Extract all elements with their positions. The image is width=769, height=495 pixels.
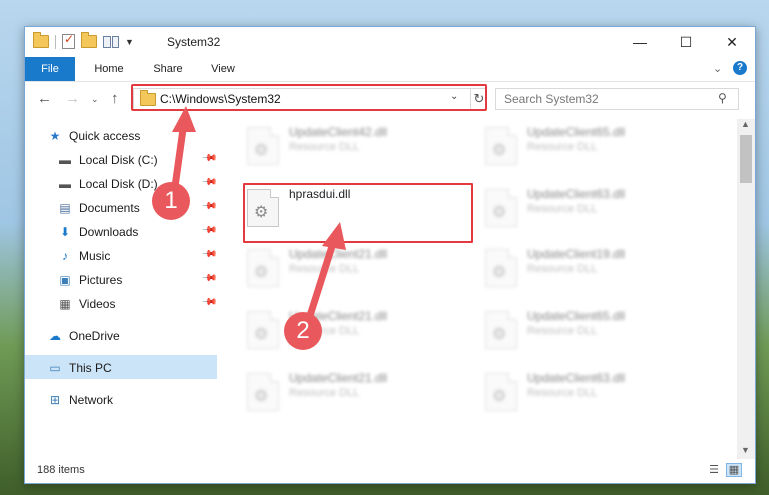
dll-file-icon: ⚙ [247, 373, 279, 411]
dll-file-icon: ⚙ [485, 373, 517, 411]
scroll-down-icon[interactable]: ▼ [741, 445, 750, 455]
sidebar-item-quick-access[interactable]: ★ Quick access [47, 125, 141, 147]
video-icon: ▦ [59, 297, 71, 311]
sidebar-item-this-pc[interactable]: ▭ This PC [47, 357, 111, 379]
pin-icon[interactable]: 📌 [201, 198, 218, 215]
recent-locations-chevron-icon[interactable]: ⌄ [91, 94, 99, 105]
pin-icon[interactable]: 📌 [201, 222, 218, 239]
scrollbar-thumb[interactable] [740, 135, 752, 183]
dll-file-icon: ⚙ [485, 189, 517, 227]
ribbon-tabs: File Home Share View ⌄ ? [25, 57, 755, 82]
item-count: 188 items [37, 464, 85, 476]
list-item[interactable]: ⚙ UpdateClient21.dll Resource DLL [247, 245, 467, 291]
tab-share[interactable]: Share [143, 57, 193, 81]
sidebar-item-onedrive[interactable]: ☁ OneDrive [47, 325, 120, 347]
dll-file-icon: ⚙ [485, 127, 517, 165]
new-folder-icon[interactable] [81, 32, 97, 48]
quick-access-toolbar: ▼ [33, 32, 134, 49]
pin-icon[interactable]: 📌 [201, 246, 218, 263]
list-item[interactable]: ⚙ UpdateClient63.dll Resource DLL [485, 369, 705, 415]
pin-icon[interactable]: 📌 [201, 174, 218, 191]
download-icon: ⬇ [59, 225, 71, 239]
list-item[interactable]: ⚙ UpdateClient21.dll Resource DLL [247, 307, 467, 353]
large-icons-view-icon[interactable]: ▦ [726, 463, 742, 477]
sidebar-item-videos[interactable]: ▦ Videos [57, 293, 115, 315]
search-icon[interactable]: ⚲ [718, 91, 727, 105]
star-icon: ★ [49, 129, 61, 143]
close-button[interactable]: ✕ [709, 27, 755, 57]
sidebar-item-local-disk-c[interactable]: ▬ Local Disk (C:) [57, 149, 158, 171]
cloud-icon: ☁ [49, 329, 61, 343]
properties-check-icon[interactable] [62, 32, 75, 49]
drive-icon: ▬ [59, 177, 71, 191]
navigation-pane: ★ Quick access ▬ Local Disk (C:) 📌 ▬ Local … [25, 119, 218, 459]
computer-icon: ▭ [49, 361, 61, 375]
sidebar-item-network[interactable]: ⊞ Network [47, 389, 113, 411]
list-item[interactable]: ⚙ UpdateClient42.dll Resource DLL [247, 123, 467, 169]
list-item[interactable]: ⚙ UpdateClient19.dll Resource DLL [485, 245, 705, 291]
tab-home[interactable]: Home [83, 57, 135, 81]
status-bar: 188 items ☰ ▦ [25, 459, 755, 483]
pin-icon[interactable]: 📌 [201, 294, 218, 311]
music-icon: ♪ [62, 249, 68, 263]
list-item[interactable]: ⚙ UpdateClient65.dll Resource DLL [485, 307, 705, 353]
folder-icon[interactable] [33, 32, 49, 48]
dll-file-icon: ⚙ [485, 249, 517, 287]
scroll-up-icon[interactable]: ▲ [741, 119, 750, 129]
dll-file-icon: ⚙ [247, 127, 279, 165]
search-input[interactable]: Search System32 [504, 92, 599, 106]
sidebar-item-documents[interactable]: ▤ Documents [57, 197, 139, 219]
navigation-bar: ← → ⌄ ↑ C:\Windows\System32 ⌄ ↻ Search S… [25, 82, 755, 116]
expand-ribbon-chevron-icon[interactable]: ⌄ [713, 62, 722, 75]
pin-icon[interactable]: 📌 [201, 270, 218, 287]
dll-file-icon: ⚙ [485, 311, 517, 349]
pin-icon[interactable]: 📌 [201, 150, 218, 167]
sidebar-item-pictures[interactable]: ▣ Pictures [57, 269, 122, 291]
list-item[interactable]: ⚙ UpdateClient21.dll Resource DLL [247, 369, 467, 415]
sidebar-item-downloads[interactable]: ⬇ Downloads [57, 221, 138, 243]
details-view-icon[interactable]: ☰ [707, 464, 721, 476]
file-highlight-box [243, 183, 473, 243]
search-box[interactable]: Search System32 ⚲ [495, 88, 739, 110]
list-item[interactable]: ⚙ UpdateClient65.dll Resource DLL [485, 123, 705, 169]
view-options-icon[interactable] [103, 35, 119, 48]
customize-toolbar-caret-icon[interactable]: ▼ [125, 37, 134, 47]
back-arrow-icon[interactable]: ← [37, 90, 52, 107]
minimize-button[interactable]: — [617, 27, 663, 57]
vertical-scrollbar[interactable]: ▲ ▼ [737, 119, 755, 459]
address-highlight-box [131, 84, 487, 111]
forward-arrow-icon[interactable]: → [65, 90, 80, 107]
explorer-window: ▼ System32 — ☐ ✕ File Home Share View ⌄ … [24, 26, 756, 484]
dll-file-icon: ⚙ [247, 311, 279, 349]
window-title: System32 [167, 35, 221, 49]
help-icon[interactable]: ? [733, 61, 747, 75]
title-bar: ▼ System32 — ☐ ✕ [25, 27, 755, 57]
step-2-badge: 2 [284, 312, 322, 350]
toolbar-divider [55, 34, 56, 49]
pictures-icon: ▣ [59, 273, 71, 287]
file-list: ⚙ UpdateClient42.dll Resource DLL ⚙ hpra… [217, 119, 737, 459]
step-1-badge: 1 [152, 182, 190, 220]
document-icon: ▤ [59, 201, 71, 215]
tab-view[interactable]: View [201, 57, 245, 81]
maximize-button[interactable]: ☐ [663, 27, 709, 57]
tab-file[interactable]: File [25, 57, 75, 81]
list-item[interactable]: ⚙ UpdateClient63.dll Resource DLL [485, 185, 705, 231]
up-arrow-icon[interactable]: ↑ [111, 90, 119, 107]
drive-icon: ▬ [59, 153, 71, 167]
dll-file-icon: ⚙ [247, 249, 279, 287]
network-icon: ⊞ [49, 393, 61, 407]
sidebar-item-local-disk-d[interactable]: ▬ Local Disk (D:) [57, 173, 158, 195]
sidebar-item-music[interactable]: ♪ Music [57, 245, 110, 267]
